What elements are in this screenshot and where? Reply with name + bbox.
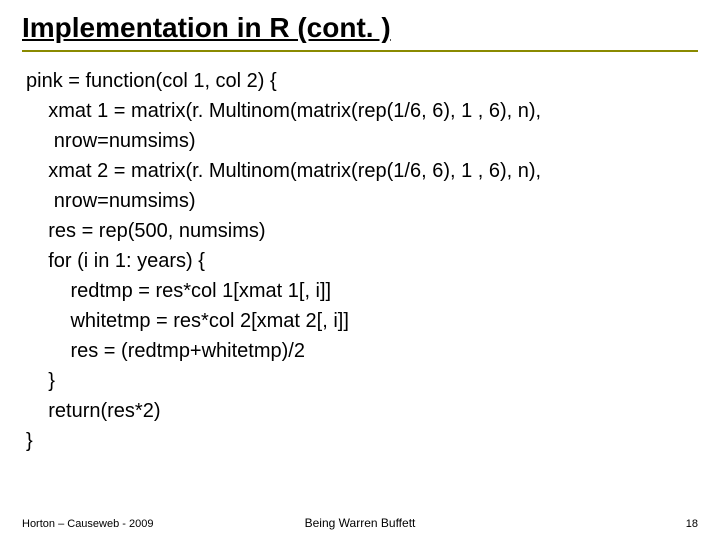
code-line: pink = function(col 1, col 2) { bbox=[26, 70, 277, 92]
footer-center: Being Warren Buffett bbox=[305, 516, 416, 530]
slide-number: 18 bbox=[686, 518, 698, 530]
code-line: whitetmp = res*col 2[xmat 2[, i]] bbox=[26, 310, 349, 332]
code-line: xmat 2 = matrix(r. Multinom(matrix(rep(1… bbox=[26, 160, 541, 182]
code-line: res = (redtmp+whitetmp)/2 bbox=[26, 340, 305, 362]
code-block: pink = function(col 1, col 2) { xmat 1 =… bbox=[26, 66, 698, 456]
code-line: nrow=numsims) bbox=[26, 130, 195, 152]
code-line: for (i in 1: years) { bbox=[26, 250, 205, 272]
code-line: return(res*2) bbox=[26, 400, 160, 422]
footer-left: Horton – Causeweb - 2009 bbox=[22, 518, 153, 530]
code-line: } bbox=[26, 370, 55, 392]
code-line: redtmp = res*col 1[xmat 1[, i]] bbox=[26, 280, 331, 302]
code-line: xmat 1 = matrix(r. Multinom(matrix(rep(1… bbox=[26, 100, 541, 122]
code-line: res = rep(500, numsims) bbox=[26, 220, 266, 242]
slide-title: Implementation in R (cont. ) bbox=[22, 12, 698, 52]
code-line: } bbox=[26, 430, 33, 452]
code-line: nrow=numsims) bbox=[26, 190, 195, 212]
